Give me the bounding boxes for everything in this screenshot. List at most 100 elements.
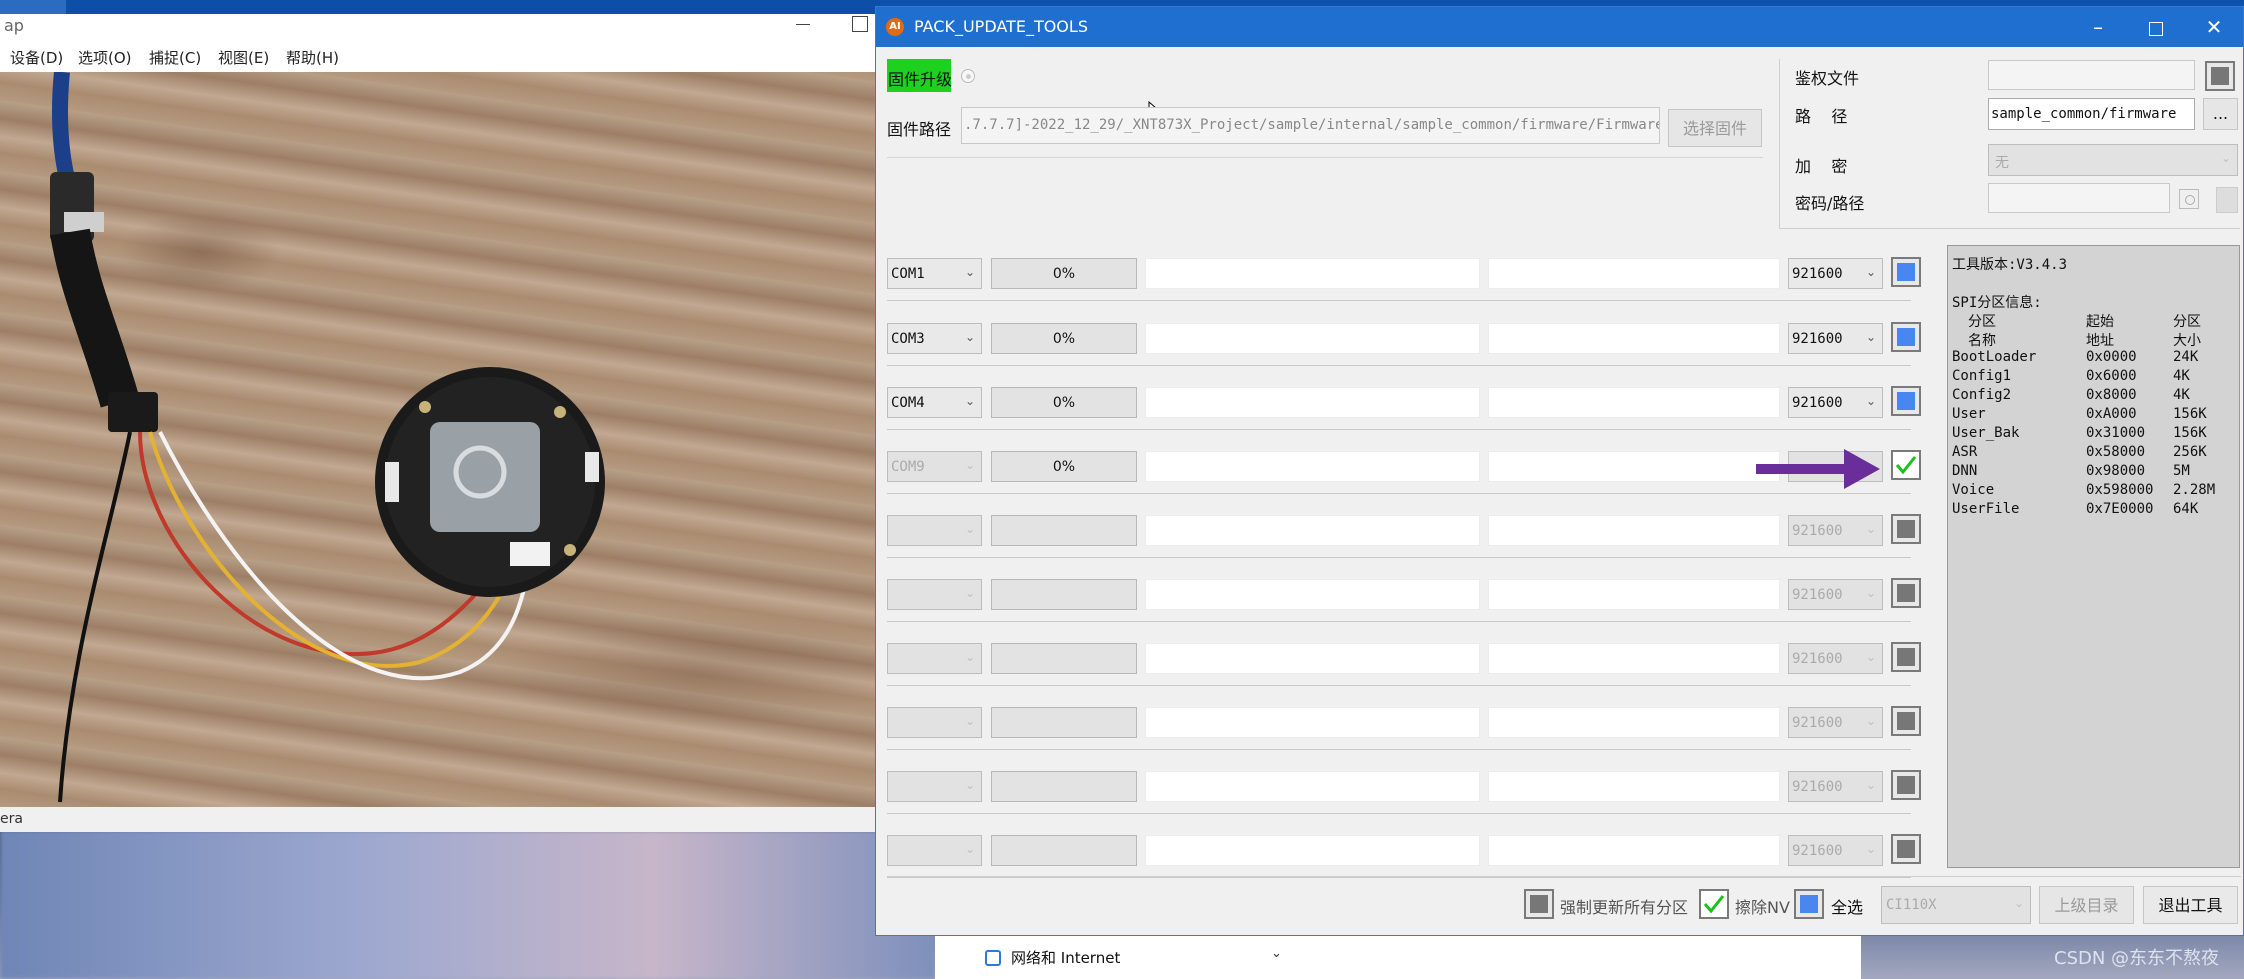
camera-titlebar-strip: [0, 0, 880, 14]
port-select[interactable]: COM9 ⌄: [887, 451, 982, 482]
password-radio[interactable]: [2179, 189, 2199, 209]
row-divider: [887, 429, 1911, 430]
port-select[interactable]: COM4 ⌄: [887, 387, 982, 418]
port-select[interactable]: ⌄: [887, 643, 982, 674]
status-field-1: [1145, 771, 1480, 802]
status-field-1: [1145, 258, 1480, 289]
baud-select[interactable]: 921600 ⌄: [1788, 707, 1883, 738]
minimize-icon[interactable]: [796, 24, 810, 25]
browse-button[interactable]: ...: [2203, 98, 2238, 130]
auth-file-toggle[interactable]: [2205, 61, 2235, 91]
baud-select[interactable]: 921600 ⌄: [1788, 771, 1883, 802]
auth-file-field[interactable]: [1988, 60, 2195, 90]
password-path-field[interactable]: [1988, 183, 2170, 213]
partition-size: 156K: [2173, 406, 2207, 422]
encrypt-select[interactable]: 无 ⌄: [1988, 144, 2238, 176]
parent-dir-button[interactable]: 上级目录: [2039, 886, 2134, 924]
chevron-down-icon[interactable]: ⌄: [1271, 946, 1282, 961]
baud-select[interactable]: 921600 ⌄: [1788, 323, 1883, 354]
erase-nv-checkbox[interactable]: [1699, 889, 1729, 919]
network-internet-label[interactable]: 网络和 Internet: [1011, 947, 1120, 968]
info-panel: 工具版本:V3.4.3 SPI分区信息: 分区 名称 起始 地址 分区 大小 B…: [1947, 245, 2240, 868]
port-row: ⌄ 921600 ⌄: [876, 514, 1921, 558]
chevron-down-icon: ⌄: [1865, 522, 1876, 536]
menu-device[interactable]: 设备(D): [10, 47, 63, 68]
port-value: COM9: [891, 459, 925, 475]
maximize-button[interactable]: [2127, 7, 2185, 47]
progress-field: [991, 579, 1137, 610]
port-row: ⌄ 921600 ⌄: [876, 578, 1921, 622]
port-select[interactable]: ⌄: [887, 771, 982, 802]
menu-view[interactable]: 视图(E): [218, 47, 269, 68]
exit-tool-button[interactable]: 退出工具: [2143, 886, 2238, 924]
partition-name: DNN: [1952, 463, 1978, 479]
annotation-arrow-icon: [1751, 439, 1891, 499]
baud-select[interactable]: 921600 ⌄: [1788, 258, 1883, 289]
status-field-2: [1488, 323, 1780, 354]
status-field-2: [1488, 451, 1780, 482]
port-checkbox[interactable]: [1891, 770, 1921, 800]
port-checkbox[interactable]: [1891, 257, 1921, 287]
row-divider: [887, 877, 1911, 878]
port-list: COM1 ⌄ 0% 921600 ⌄ COM3 ⌄ 0% 921600 ⌄ CO…: [876, 7, 1921, 937]
status-field-2: [1488, 515, 1780, 546]
port-select[interactable]: ⌄: [887, 835, 982, 866]
port-select[interactable]: ⌄: [887, 515, 982, 546]
minimize-button[interactable]: –: [2069, 7, 2127, 47]
progress-value: 0%: [1052, 331, 1076, 347]
baud-select[interactable]: 921600 ⌄: [1788, 835, 1883, 866]
port-checkbox[interactable]: [1891, 642, 1921, 672]
chevron-down-icon: ⌄: [1865, 714, 1876, 728]
port-checkbox[interactable]: [1891, 578, 1921, 608]
progress-field: 0%: [991, 258, 1137, 289]
menu-options[interactable]: 选项(O): [78, 47, 132, 68]
camera-app-icon: [0, 0, 66, 14]
port-checkbox[interactable]: [1891, 450, 1921, 480]
chip-select[interactable]: CI110X ⌄: [1881, 886, 2031, 924]
partition-size: 64K: [2173, 501, 2199, 517]
port-select[interactable]: COM1 ⌄: [887, 258, 982, 289]
port-value: COM3: [891, 331, 925, 347]
progress-field: [991, 707, 1137, 738]
port-value: COM1: [891, 266, 925, 282]
port-checkbox[interactable]: [1891, 514, 1921, 544]
menu-help[interactable]: 帮助(H): [286, 47, 339, 68]
chevron-down-icon: ⌄: [1865, 650, 1876, 664]
baud-select[interactable]: 921600 ⌄: [1788, 579, 1883, 610]
progress-field: [991, 643, 1137, 674]
port-row: COM4 ⌄ 0% 921600 ⌄: [876, 386, 1921, 430]
path-field[interactable]: sample_common/firmware: [1988, 98, 2195, 130]
port-select[interactable]: COM3 ⌄: [887, 323, 982, 354]
port-checkbox[interactable]: [1891, 834, 1921, 864]
checkbox-fill: [1897, 328, 1915, 346]
partition-size: 156K: [2173, 425, 2207, 441]
status-field-1: [1145, 451, 1480, 482]
port-select[interactable]: ⌄: [887, 707, 982, 738]
port-row: ⌄ 921600 ⌄: [876, 706, 1921, 750]
close-button[interactable]: ✕: [2185, 7, 2243, 47]
baud-select[interactable]: 921600 ⌄: [1788, 387, 1883, 418]
port-checkbox[interactable]: [1891, 322, 1921, 352]
port-select[interactable]: ⌄: [887, 579, 982, 610]
baud-value: 921600: [1792, 266, 1843, 282]
baud-select[interactable]: 921600 ⌄: [1788, 643, 1883, 674]
port-checkbox[interactable]: [1891, 706, 1921, 736]
partition-address: 0x7E0000: [2086, 501, 2154, 517]
select-all-checkbox[interactable]: [1794, 889, 1824, 919]
password-toggle[interactable]: [2216, 187, 2238, 213]
port-checkbox[interactable]: [1891, 386, 1921, 416]
baud-value: 921600: [1792, 331, 1843, 347]
camera-window: ap 设备(D) 选项(O) 捕捉(C) 视图(E) 帮助(H) era: [0, 0, 880, 832]
port-row: COM3 ⌄ 0% 921600 ⌄: [876, 322, 1921, 366]
partition-size: 4K: [2173, 387, 2190, 403]
progress-field: 0%: [991, 323, 1137, 354]
maximize-icon[interactable]: [852, 16, 868, 32]
status-field-2: [1488, 771, 1780, 802]
chevron-down-icon: ⌄: [964, 650, 975, 664]
config-divider-vertical: [1779, 59, 1780, 229]
force-update-checkbox[interactable]: [1524, 889, 1554, 919]
chevron-down-icon: ⌄: [964, 394, 975, 408]
path-value: sample_common/firmware: [1991, 106, 2177, 122]
baud-select[interactable]: 921600 ⌄: [1788, 515, 1883, 546]
menu-capture[interactable]: 捕捉(C): [149, 47, 201, 68]
